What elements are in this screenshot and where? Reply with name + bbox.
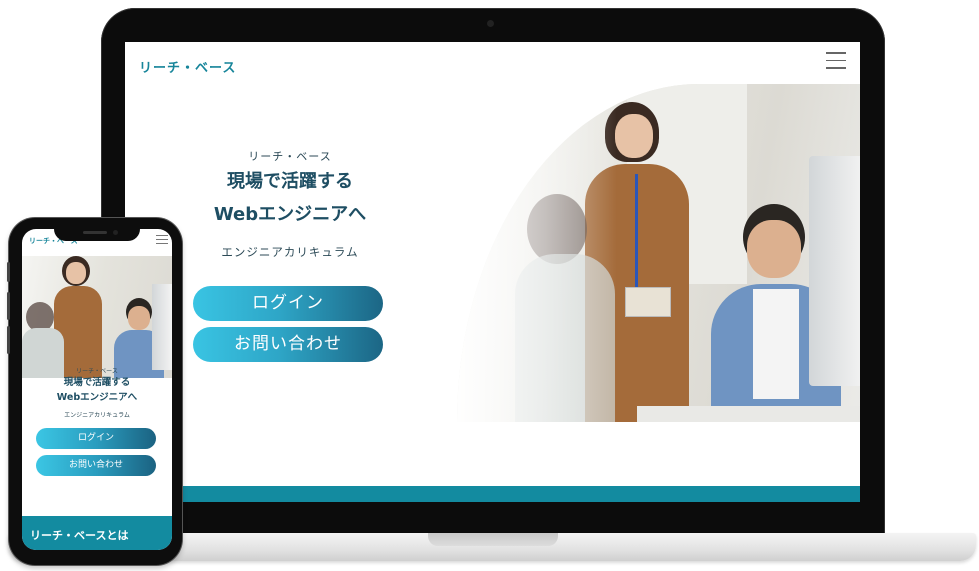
laptop-camera	[487, 20, 494, 27]
mobile-hero-text: リーチ・ベース 現場で活躍する Webエンジニアへ エンジニアカリキュラム	[22, 366, 172, 419]
hamburger-menu-icon[interactable]	[826, 52, 846, 70]
hero-text: リーチ・ベース 現場で活躍する Webエンジニアへ エンジニアカリキュラム	[185, 148, 395, 260]
mobile-screen: リーチ・ベース リーチ・ベース 現場で活躍する Webエンジニアへ エンジニアカ…	[22, 229, 172, 550]
mobile-login-button[interactable]: ログイン	[36, 428, 156, 449]
hero-photo	[457, 84, 860, 422]
mobile-hero-curriculum: エンジニアカリキュラム	[64, 412, 130, 419]
hero-title-line2: Webエンジニアへ	[213, 204, 367, 225]
mobile-hero-title-line1: 現場で活躍する	[63, 377, 131, 388]
mobile-hero-photo	[22, 256, 172, 378]
hero-curriculum: エンジニアカリキュラム	[221, 245, 359, 259]
desktop-screen: リーチ・ベース リーチ・ベース 現場で活躍する Webエンジニアへ エンジニアカ…	[125, 42, 860, 502]
hero-subtitle: リーチ・ベース	[248, 150, 332, 163]
phone-camera	[113, 230, 118, 235]
login-button[interactable]: ログイン	[193, 286, 383, 321]
site-logo[interactable]: リーチ・ベース	[139, 57, 236, 76]
mobile-hamburger-menu-icon[interactable]	[156, 235, 168, 247]
phone-side-button	[7, 326, 10, 354]
phone-side-button	[7, 292, 10, 320]
laptop-opening-notch	[428, 533, 558, 546]
hero-title-line1: 現場で活躍する	[227, 171, 353, 192]
mobile-section-heading: リーチ・ベースとは	[22, 516, 172, 550]
mobile-hero-title-line2: Webエンジニアへ	[56, 392, 138, 403]
contact-button[interactable]: お問い合わせ	[193, 327, 383, 362]
footer-band	[125, 486, 860, 502]
mobile-contact-button[interactable]: お問い合わせ	[36, 455, 156, 476]
phone-speaker	[83, 231, 107, 234]
mobile-hero-subtitle: リーチ・ベース	[76, 368, 118, 375]
phone-side-button	[7, 262, 10, 282]
